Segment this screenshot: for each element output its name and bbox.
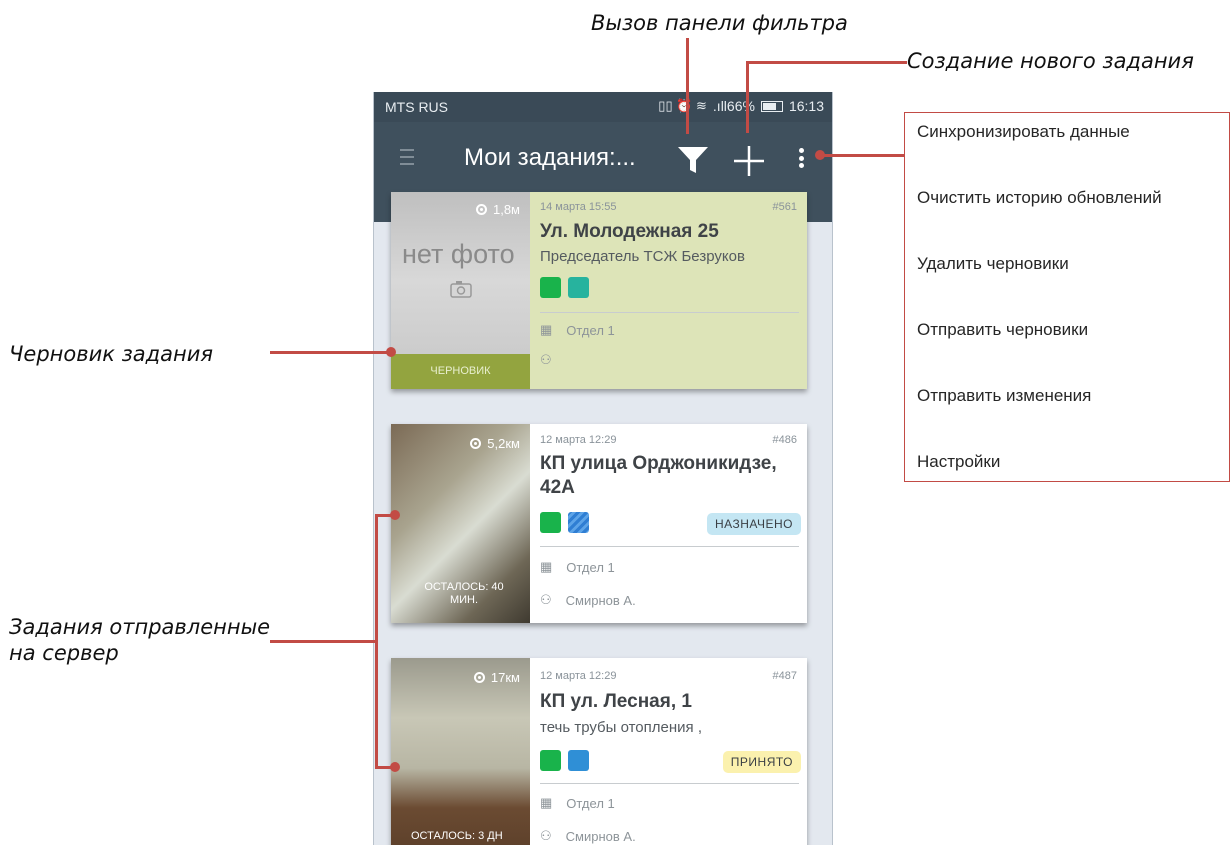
phone-screen: MTS RUS ▯▯ ⏰ ≋ .ıll66% 16:13 Мои задания… xyxy=(373,92,833,845)
person-icon: ⚇ xyxy=(540,352,552,367)
task-number: #487 xyxy=(772,670,797,682)
task-title: КП ул. Лесная, 1 xyxy=(540,691,692,712)
person-name: Смирнов А. xyxy=(565,828,636,844)
divider xyxy=(540,546,799,547)
funnel-icon[interactable] xyxy=(677,146,709,174)
connector-filter xyxy=(686,38,689,134)
task-photo: 1,8м нет фото ЧЕРНОВИК xyxy=(391,192,530,389)
annotation-sent-2: на сервер xyxy=(9,641,119,665)
menu-item-send-changes[interactable]: Отправить изменения xyxy=(917,386,1091,406)
task-details: 12 марта 12:29 #486 КП улица Орджоникидз… xyxy=(530,424,807,623)
connector-dot xyxy=(390,510,400,520)
status-icons: ▯▯ ⏰ ≋ xyxy=(658,98,707,113)
overflow-menu: Синхронизировать данные Очистить историю… xyxy=(904,112,1230,482)
task-card-draft[interactable]: 1,8м нет фото ЧЕРНОВИК 14 марта 15:55 #5… xyxy=(391,192,807,389)
status-badge: НАЗНАЧЕНО xyxy=(706,513,801,535)
list-icon xyxy=(568,277,589,298)
connector-dot xyxy=(390,762,400,772)
task-subtitle: Председатель ТСЖ Безруков xyxy=(540,248,745,265)
location-icon xyxy=(475,204,487,215)
task-details: 14 марта 15:55 #561 Ул. Молодежная 25 Пр… xyxy=(530,192,807,389)
connector-dot xyxy=(815,150,825,160)
connector-menu xyxy=(820,154,904,157)
task-number: #486 xyxy=(772,434,797,446)
task-date: 12 марта 12:29 xyxy=(540,434,617,446)
department: Отдел 1 xyxy=(566,559,615,575)
menu-item-delete-drafts[interactable]: Удалить черновики xyxy=(917,254,1069,274)
task-details: 12 марта 12:29 #487 КП ул. Лесная, 1 теч… xyxy=(530,658,807,845)
annotation-new-task: Создание нового задания xyxy=(907,49,1194,73)
task-date: 12 марта 12:29 xyxy=(540,670,617,682)
department: Отдел 1 xyxy=(566,322,615,338)
task-number: #561 xyxy=(772,201,797,213)
annotation-filter: Вызов панели фильтра xyxy=(591,11,848,35)
location-icon xyxy=(470,438,482,449)
task-subtitle: течь трубы отопления , xyxy=(540,719,702,736)
divider xyxy=(540,783,799,784)
location-icon xyxy=(473,672,485,683)
battery-icon xyxy=(760,100,783,112)
menu-item-clear-history[interactable]: Очистить историю обновлений xyxy=(917,188,1162,208)
menu-icon[interactable] xyxy=(400,149,414,165)
form-icon xyxy=(568,750,589,771)
plus-icon[interactable] xyxy=(732,144,766,178)
status-badge: ПРИНЯТО xyxy=(722,751,801,773)
person-icon: ⚇ xyxy=(540,828,552,843)
task-date: 14 марта 15:55 xyxy=(540,201,617,213)
distance-label: 17км xyxy=(473,670,520,685)
striped-icon xyxy=(568,512,589,533)
task-title: Ул. Молодежная 25 xyxy=(540,221,719,242)
task-title: КП улица Орджоникидзе, 42А xyxy=(540,453,777,498)
person-name: Смирнов А. xyxy=(565,592,636,608)
connector-dot xyxy=(386,347,396,357)
status-bar: MTS RUS ▯▯ ⏰ ≋ .ıll66% 16:13 xyxy=(374,92,832,122)
camera-icon xyxy=(450,281,472,298)
distance-label: 5,2км xyxy=(470,436,520,451)
time-left: ОСТАЛОСЬ: 3 ДН xyxy=(411,830,503,842)
pie-chart-icon xyxy=(540,277,561,298)
connector-sent-h xyxy=(270,640,376,643)
connector-new-task-h xyxy=(746,61,907,64)
menu-item-sync[interactable]: Синхронизировать данные xyxy=(917,122,1130,142)
more-vert-icon[interactable] xyxy=(798,148,804,168)
department: Отдел 1 xyxy=(566,795,615,811)
menu-item-settings[interactable]: Настройки xyxy=(917,452,1000,472)
distance-label: 1,8м xyxy=(475,202,520,217)
task-photo: 17км ОСТАЛОСЬ: 3 ДН xyxy=(391,658,530,845)
building-icon: ▦ xyxy=(540,322,553,337)
clock: 16:13 xyxy=(788,98,824,114)
connector-draft xyxy=(270,351,390,354)
time-left: ОСТАЛОСЬ: 40 МИН. xyxy=(424,581,504,606)
task-photo: 5,2км ОСТАЛОСЬ: 40 МИН. xyxy=(391,424,530,623)
draft-label: ЧЕРНОВИК xyxy=(391,354,530,389)
task-card[interactable]: 5,2км ОСТАЛОСЬ: 40 МИН. 12 марта 12:29 #… xyxy=(391,424,807,623)
connector-new-task-v xyxy=(746,61,749,133)
screen: Вызов панели фильтра Создание нового зад… xyxy=(0,0,1230,845)
building-icon: ▦ xyxy=(540,795,553,810)
pie-chart-icon xyxy=(540,512,561,533)
building-icon: ▦ xyxy=(540,559,553,574)
task-card[interactable]: 17км ОСТАЛОСЬ: 3 ДН 12 марта 12:29 #487 … xyxy=(391,658,807,845)
no-photo-text: нет фото xyxy=(402,239,515,269)
carrier-label: MTS RUS xyxy=(385,99,448,115)
annotation-sent-1: Задания отправленные xyxy=(9,615,271,639)
page-title[interactable]: Мои задания:... xyxy=(464,144,636,172)
divider xyxy=(540,312,799,313)
annotation-draft: Черновик задания xyxy=(9,342,214,366)
person-icon: ⚇ xyxy=(540,592,552,607)
menu-item-send-drafts[interactable]: Отправить черновики xyxy=(917,320,1088,340)
pie-chart-icon xyxy=(540,750,561,771)
